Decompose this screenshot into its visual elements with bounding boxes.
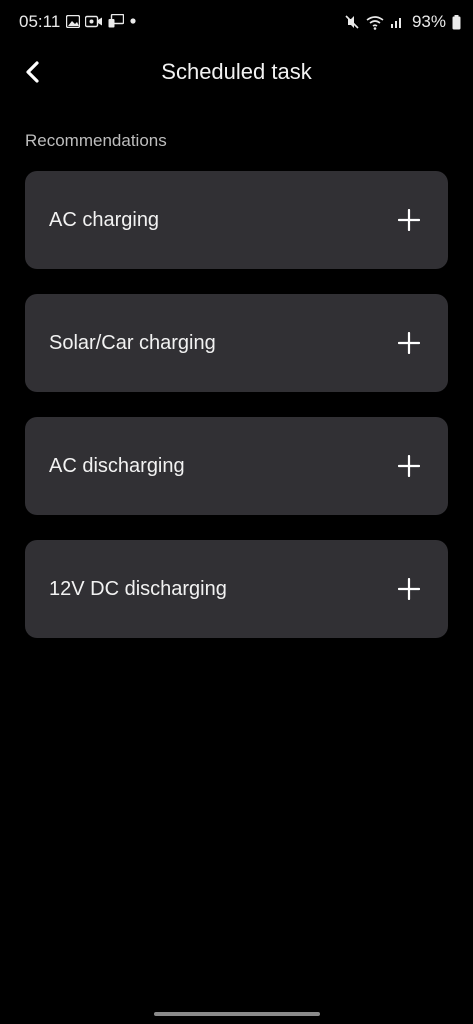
signal-icon [390,15,404,29]
section-label-recommendations: Recommendations [25,131,167,150]
plus-icon[interactable] [397,331,421,355]
status-right-icons: 93% [344,12,461,32]
status-time: 05:11 [19,12,61,31]
battery-percent: 93% [411,12,446,31]
battery-icon [452,14,461,30]
plus-icon[interactable] [397,577,421,601]
video-call-icon [85,15,103,28]
status-left-icons [66,14,137,28]
task-card-solar-car-charging[interactable]: Solar/Car charging [25,294,448,392]
notification-dot-icon [129,17,137,25]
recommendation-list: AC charging Solar/Car charging AC discha… [25,171,448,663]
task-label: AC charging [49,209,160,231]
task-label: Solar/Car charging [49,332,216,354]
task-label: AC discharging [49,455,185,477]
wifi-icon [366,15,384,30]
plus-icon[interactable] [397,454,421,478]
task-card-12v-dc-discharging[interactable]: 12V DC discharging [25,540,448,638]
page-title: Scheduled task [161,59,312,84]
status-bar: 05:11 93% [0,0,473,44]
task-card-ac-charging[interactable]: AC charging [25,171,448,269]
mute-icon [344,14,360,30]
task-card-ac-discharging[interactable]: AC discharging [25,417,448,515]
task-label: 12V DC discharging [49,578,227,600]
app-header: Scheduled task [0,48,473,98]
plus-icon[interactable] [397,208,421,232]
gallery-icon [66,14,80,28]
home-indicator[interactable] [154,1012,320,1016]
screen-cast-icon [108,14,124,28]
